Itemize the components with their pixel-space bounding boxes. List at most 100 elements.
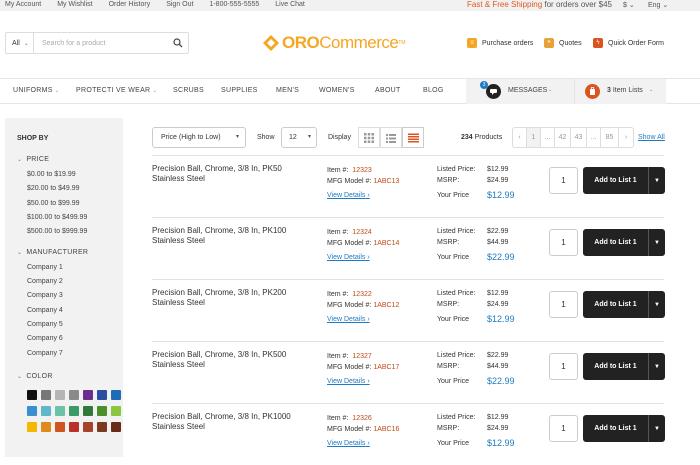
caret-down-icon[interactable]: ▼ [649, 302, 665, 308]
add-to-list-button[interactable]: Add to List 1 ▼ [583, 167, 665, 194]
prev-page-button[interactable]: ‹ [513, 128, 527, 147]
nav-item-scrubs[interactable]: SCRUBS [173, 87, 204, 94]
manufacturer-option[interactable]: Company 4 [27, 307, 63, 314]
product-name[interactable]: Precision Ball, Chrome, 3/8 In, PK1000 S… [152, 412, 312, 432]
color-swatch[interactable] [41, 390, 51, 400]
product-name[interactable]: Precision Ball, Chrome, 3/8 In, PK500 St… [152, 350, 312, 370]
color-filter-toggle[interactable]: ⌄ COLOR [17, 373, 53, 380]
caret-down-icon[interactable]: ▼ [649, 426, 665, 432]
caret-down-icon[interactable]: ▼ [649, 240, 665, 246]
caret-down-icon[interactable]: ▼ [649, 178, 665, 184]
view-details-link[interactable]: View Details › [327, 440, 370, 447]
item-lists-menu[interactable]: 3 Item Lists ⌄ [574, 79, 666, 104]
pagination: ‹ 1 ... 42 43 ... 85 › [512, 127, 634, 148]
price-option[interactable]: $500.00 to $999.99 [27, 228, 87, 235]
phone-link[interactable]: 1-800-555-5555 [209, 1, 259, 8]
caret-down-icon[interactable]: ▼ [649, 364, 665, 370]
page-43[interactable]: 43 [571, 128, 587, 147]
color-swatch[interactable] [27, 422, 37, 432]
grid-view-button[interactable] [358, 127, 380, 148]
my-account-link[interactable]: My Account [5, 1, 41, 8]
nav-item-protective-wear[interactable]: PROTECTI VE WEAR ⌄ [76, 87, 157, 94]
page-size-select[interactable]: 12 ▾ [281, 127, 317, 148]
quantity-input[interactable]: 1 [549, 353, 578, 380]
manufacturer-option[interactable]: Company 1 [27, 264, 63, 271]
color-swatch[interactable] [111, 390, 121, 400]
nav-item-uniforms[interactable]: UNIFORMS ⌄ [13, 87, 59, 94]
view-details-link[interactable]: View Details › [327, 192, 370, 199]
color-swatch[interactable] [97, 406, 107, 416]
currency-select[interactable]: $ ⌄ [623, 1, 635, 9]
product-name[interactable]: Precision Ball, Chrome, 3/8 In, PK100 St… [152, 226, 312, 246]
quantity-input[interactable]: 1 [549, 167, 578, 194]
price-filter-toggle[interactable]: ⌄ PRICE [17, 156, 49, 163]
color-swatch[interactable] [55, 390, 65, 400]
orocommerce-logo[interactable]: ORO Commerce TM [262, 33, 406, 53]
messages-menu[interactable]: 3 MESSAGES ⌄ [466, 79, 574, 104]
manufacturer-option[interactable]: Company 7 [27, 350, 63, 357]
color-swatch[interactable] [97, 390, 107, 400]
order-history-link[interactable]: Order History [109, 1, 151, 8]
view-details-link[interactable]: View Details › [327, 378, 370, 385]
search-category-select[interactable]: All ⌄ [6, 33, 34, 53]
color-swatch[interactable] [111, 422, 121, 432]
color-swatch[interactable] [69, 406, 79, 416]
nav-item-mens[interactable]: MEN'S [276, 87, 299, 94]
product-name[interactable]: Precision Ball, Chrome, 3/8 In, PK200 St… [152, 288, 312, 308]
quotes-link[interactable]: ❞ Quotes [544, 38, 582, 48]
utility-bar: My Account My Wishlist Order History Sig… [0, 0, 700, 11]
color-swatch[interactable] [27, 390, 37, 400]
add-to-list-button[interactable]: Add to List 1 ▼ [583, 415, 665, 442]
add-to-list-button[interactable]: Add to List 1 ▼ [583, 353, 665, 380]
color-swatch[interactable] [111, 406, 121, 416]
manufacturer-filter-toggle[interactable]: ⌄ MANUFACTURER [17, 249, 88, 256]
show-all-link[interactable]: Show All [638, 134, 665, 141]
page-42[interactable]: 42 [555, 128, 571, 147]
search-icon[interactable] [168, 38, 188, 48]
product-name[interactable]: Precision Ball, Chrome, 3/8 In, PK50 Sta… [152, 164, 312, 184]
add-to-list-button[interactable]: Add to List 1 ▼ [583, 291, 665, 318]
compact-view-button[interactable] [402, 127, 424, 148]
sort-select[interactable]: Price (High to Low) ▾ [152, 127, 246, 148]
color-swatch[interactable] [41, 406, 51, 416]
view-details-link[interactable]: View Details › [327, 254, 370, 261]
page-85[interactable]: 85 [601, 128, 619, 147]
color-swatch[interactable] [97, 422, 107, 432]
add-to-list-button[interactable]: Add to List 1 ▼ [583, 229, 665, 256]
quantity-input[interactable]: 1 [549, 291, 578, 318]
manufacturer-option[interactable]: Company 3 [27, 292, 63, 299]
sign-out-link[interactable]: Sign Out [166, 1, 193, 8]
price-option[interactable]: $0.00 to $19.99 [27, 171, 76, 178]
color-swatch[interactable] [69, 390, 79, 400]
next-page-button[interactable]: › [619, 128, 633, 147]
color-swatch[interactable] [55, 422, 65, 432]
view-details-link[interactable]: View Details › [327, 316, 370, 323]
purchase-orders-link[interactable]: ≡ Purchase orders [467, 38, 533, 48]
color-swatch[interactable] [41, 422, 51, 432]
manufacturer-option[interactable]: Company 6 [27, 335, 63, 342]
quantity-input[interactable]: 1 [549, 415, 578, 442]
list-view-button[interactable] [380, 127, 402, 148]
color-swatch[interactable] [83, 422, 93, 432]
color-swatch[interactable] [55, 406, 65, 416]
nav-item-about[interactable]: ABOUT [375, 87, 401, 94]
page-1[interactable]: 1 [527, 128, 541, 147]
manufacturer-option[interactable]: Company 5 [27, 321, 63, 328]
nav-item-womens[interactable]: WOMEN'S [319, 87, 355, 94]
nav-item-blog[interactable]: BLOG [423, 87, 444, 94]
color-swatch[interactable] [69, 422, 79, 432]
quantity-input[interactable]: 1 [549, 229, 578, 256]
price-option[interactable]: $20.00 to $49.99 [27, 185, 80, 192]
nav-item-supplies[interactable]: SUPPLIES [221, 87, 258, 94]
quick-order-link[interactable]: ϟ Quick Order Form [593, 38, 664, 48]
my-wishlist-link[interactable]: My Wishlist [57, 1, 92, 8]
price-option[interactable]: $50.00 to $99.99 [27, 200, 80, 207]
live-chat-link[interactable]: Live Chat [275, 1, 305, 8]
manufacturer-option[interactable]: Company 2 [27, 278, 63, 285]
language-select[interactable]: Eng ⌄ [648, 1, 668, 9]
price-option[interactable]: $100.00 to $499.99 [27, 214, 87, 221]
color-swatch[interactable] [83, 390, 93, 400]
search-input[interactable]: Search for a product [34, 40, 168, 47]
color-swatch[interactable] [27, 406, 37, 416]
color-swatch[interactable] [83, 406, 93, 416]
